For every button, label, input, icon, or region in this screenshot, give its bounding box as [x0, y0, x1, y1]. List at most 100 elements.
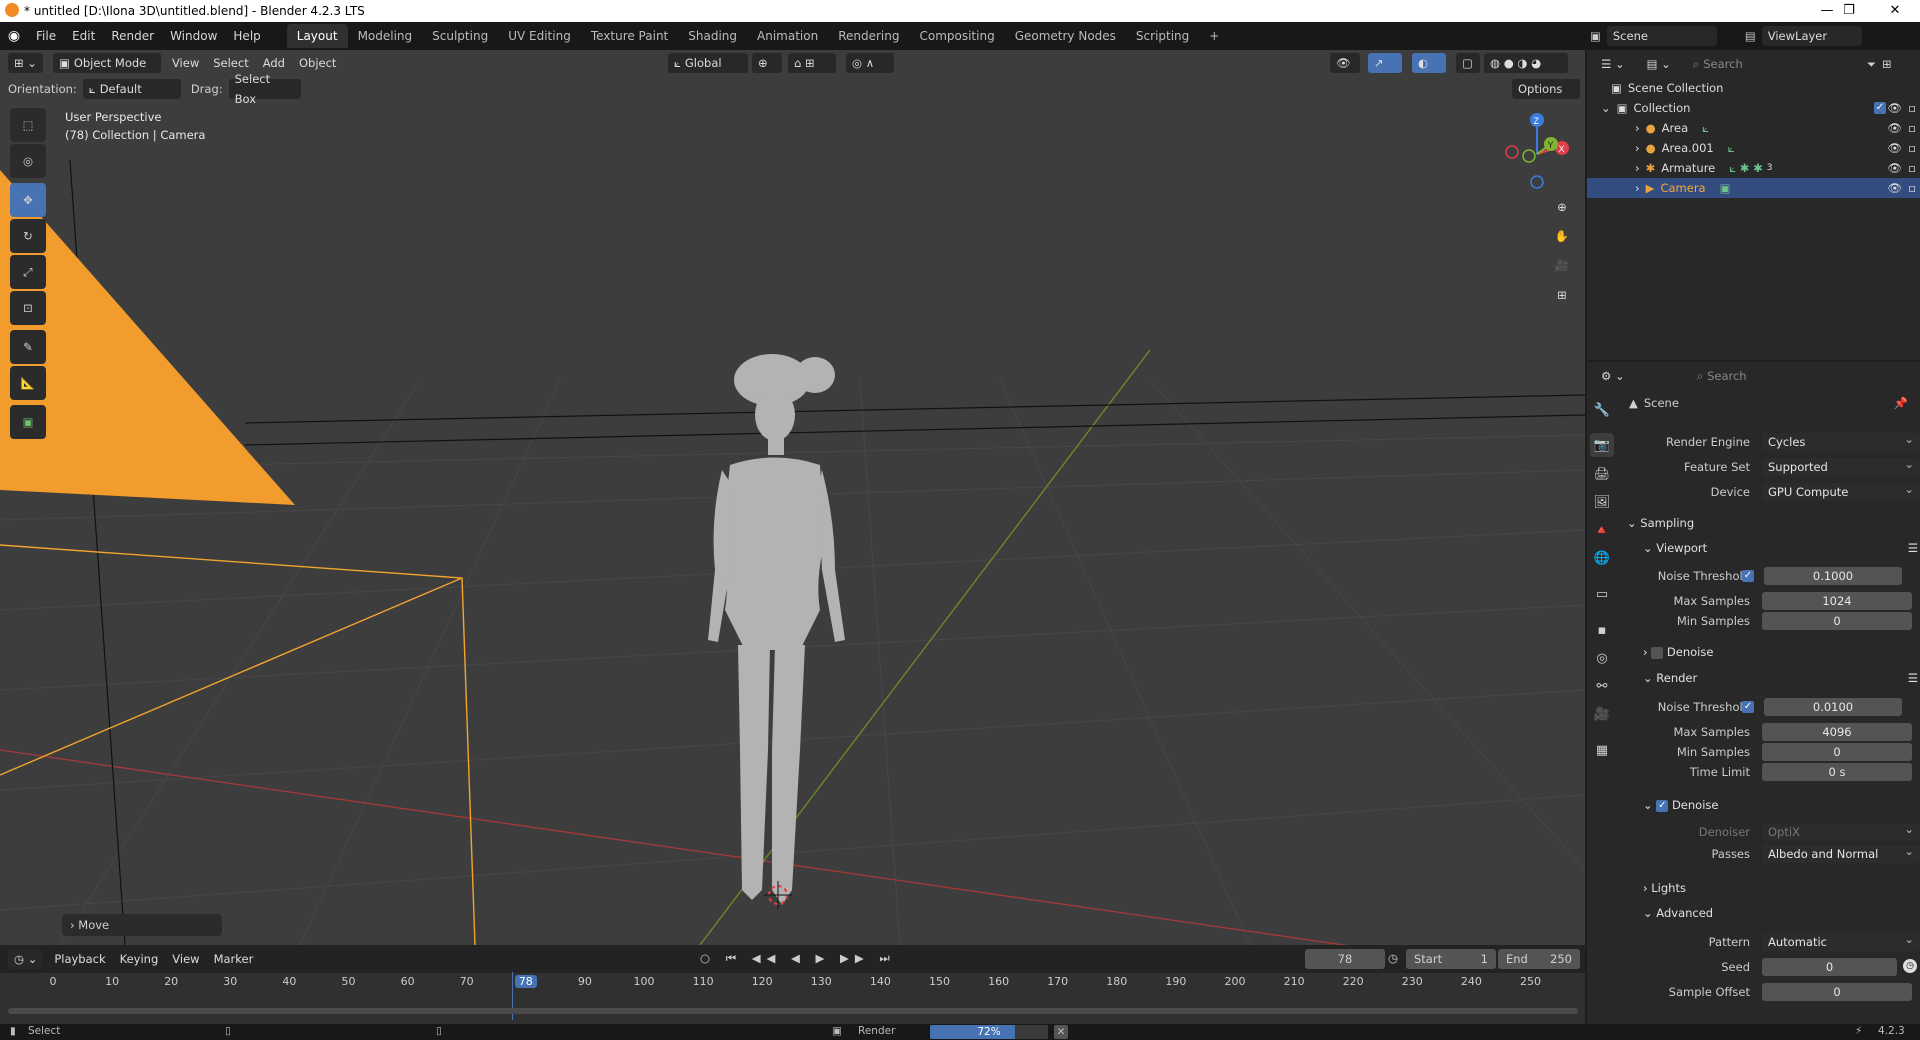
render-subpanel-header[interactable]: ⌄ Render ☰: [1643, 667, 1920, 689]
random-seed-clock-icon[interactable]: ◷: [1903, 959, 1917, 973]
editor-type-dropdown[interactable]: ⊞ ⌄: [8, 53, 43, 73]
tab-modeling[interactable]: Modeling: [348, 24, 423, 48]
sampling-panel-header[interactable]: ⌄ Sampling: [1627, 512, 1920, 534]
presets-list-icon[interactable]: ☰: [1908, 667, 1918, 689]
playback-controls[interactable]: ○ ⏮ ◀◀ ◀ ▶ ▶▶ ⏭: [700, 951, 896, 966]
blender-menu-icon[interactable]: ◉: [0, 28, 28, 44]
navigation-gizmo[interactable]: Z X Y: [1495, 108, 1580, 193]
proportional-edit-dropdown[interactable]: ◎ ∧: [846, 53, 894, 73]
add-workspace-button[interactable]: +: [1199, 24, 1229, 48]
vp-denoise-checkbox[interactable]: [1651, 646, 1664, 659]
render-tab-icon[interactable]: 📷: [1590, 433, 1614, 457]
camera-render-icon[interactable]: ▫: [1908, 181, 1916, 195]
lights-subpanel[interactable]: › Lights: [1643, 877, 1920, 899]
scene-selector[interactable]: Scene: [1606, 26, 1717, 46]
camera-render-icon[interactable]: ▫: [1908, 121, 1916, 135]
collection-tab-icon[interactable]: ▭: [1590, 582, 1614, 606]
tab-rendering[interactable]: Rendering: [828, 24, 909, 48]
object-tab-icon[interactable]: ▪: [1590, 618, 1614, 642]
scene-tab-icon[interactable]: 🔺: [1590, 518, 1614, 542]
shading-modes[interactable]: ◍ ● ◑ ◕: [1484, 53, 1568, 73]
menu-render[interactable]: Render: [103, 22, 162, 50]
menu-window[interactable]: Window: [162, 22, 225, 50]
menu-edit[interactable]: Edit: [64, 22, 103, 50]
outliner-collection[interactable]: ⌄ ▣ Collection ✓ 👁 ▫: [1587, 98, 1920, 118]
menu-keying[interactable]: Keying: [113, 949, 166, 969]
current-frame-field[interactable]: 78: [1305, 949, 1385, 969]
outliner-search[interactable]: ⌕ Search: [1686, 54, 1807, 74]
menu-timeline-view[interactable]: View: [165, 949, 206, 969]
eye-icon[interactable]: 👁: [1887, 181, 1902, 195]
tab-geometry-nodes[interactable]: Geometry Nodes: [1005, 24, 1126, 48]
r-noise-threshold-checkbox[interactable]: ✓: [1742, 701, 1754, 713]
collection-checkbox[interactable]: ✓: [1874, 102, 1886, 114]
options-dropdown[interactable]: Options: [1512, 79, 1580, 99]
vp-max-samples-field[interactable]: 1024: [1762, 592, 1912, 610]
camera-view-icon[interactable]: 🎥: [1548, 251, 1576, 279]
render-engine-dropdown[interactable]: Cycles: [1762, 430, 1920, 451]
overlay-toggle[interactable]: ◐: [1412, 53, 1446, 73]
select-box-tool[interactable]: ⬚: [10, 108, 46, 142]
close-button[interactable]: ✕: [1872, 0, 1918, 22]
menu-help[interactable]: Help: [225, 22, 268, 50]
eye-icon[interactable]: 👁: [1887, 161, 1902, 175]
orientation-dropdown[interactable]: ⟀ Default: [82, 79, 181, 99]
timeline-editor-type[interactable]: ◷ ⌄: [8, 949, 44, 969]
cancel-render-icon[interactable]: ✕: [1054, 1025, 1068, 1039]
sample-offset-field[interactable]: 0: [1762, 983, 1912, 1001]
pattern-dropdown[interactable]: Automatic: [1762, 930, 1920, 951]
tab-animation[interactable]: Animation: [747, 24, 828, 48]
maximize-button[interactable]: ❐: [1826, 0, 1872, 22]
camera-render-icon[interactable]: ▫: [1908, 101, 1916, 115]
outliner-item-area-001[interactable]: › ● Area.001 ⟀ 👁 ▫: [1587, 138, 1920, 158]
outliner-item-camera[interactable]: › ▶ Camera ▣ 👁 ▫: [1587, 178, 1920, 198]
feature-set-dropdown[interactable]: Supported: [1762, 455, 1920, 476]
3d-viewport[interactable]: [0, 50, 1585, 945]
filter-icon[interactable]: ⏷: [1867, 57, 1876, 72]
tab-compositing[interactable]: Compositing: [909, 24, 1004, 48]
advanced-subpanel[interactable]: ⌄ Advanced: [1643, 902, 1920, 924]
properties-editor-type[interactable]: ⚙ ⌄: [1595, 366, 1631, 386]
gizmo-toggle[interactable]: ↗: [1368, 53, 1402, 73]
view-layer-icon[interactable]: ▤: [1745, 29, 1756, 43]
r-max-samples-field[interactable]: 4096: [1762, 723, 1912, 741]
menu-file[interactable]: File: [28, 22, 64, 50]
r-denoise-subpanel[interactable]: ⌄ ✓ Denoise: [1643, 794, 1920, 816]
mode-dropdown[interactable]: ▣ Object Mode: [52, 53, 161, 73]
display-mode-dropdown[interactable]: ▤ ⌄: [1640, 54, 1677, 74]
outliner-item-area[interactable]: › ● Area ⟀ 👁 ▫: [1587, 118, 1920, 138]
noise-threshold-checkbox[interactable]: ✓: [1742, 570, 1754, 582]
outliner-editor-type[interactable]: ☰ ⌄: [1595, 54, 1631, 74]
move-tool[interactable]: ✥: [10, 183, 46, 217]
vp-min-samples-field[interactable]: 0: [1762, 612, 1912, 630]
tab-scripting[interactable]: Scripting: [1126, 24, 1199, 48]
eye-icon[interactable]: 👁: [1887, 141, 1902, 155]
menu-object[interactable]: Object: [292, 53, 343, 73]
camera-render-icon[interactable]: ▫: [1908, 161, 1916, 175]
scene-icon[interactable]: ▣: [1590, 29, 1601, 43]
seed-field[interactable]: 0: [1762, 958, 1897, 976]
grid-view-icon[interactable]: ⊞: [1548, 281, 1576, 309]
r-noise-threshold-field[interactable]: 0.0100: [1764, 698, 1902, 716]
viewport-subpanel-header[interactable]: ⌄ Viewport ☰: [1643, 537, 1920, 559]
r-min-samples-field[interactable]: 0: [1762, 743, 1912, 761]
pivot-dropdown[interactable]: ⊕: [752, 53, 782, 73]
drag-dropdown[interactable]: Select Box: [228, 72, 301, 106]
end-frame-field[interactable]: End 250: [1498, 949, 1580, 969]
denoiser-dropdown[interactable]: OptiX: [1762, 820, 1920, 841]
new-collection-icon[interactable]: ⊞: [1882, 57, 1892, 71]
outliner-item-armature[interactable]: › ✱ Armature ⟀ ✱ ✱ 3 👁 ▫: [1587, 158, 1920, 178]
r-denoise-checkbox[interactable]: ✓: [1656, 799, 1669, 812]
annotate-tool[interactable]: ✎: [10, 330, 46, 364]
outliner-scene-collection[interactable]: ▣ Scene Collection: [1587, 78, 1920, 98]
gizmo-neg-z[interactable]: [1530, 175, 1544, 189]
passes-dropdown[interactable]: Albedo and Normal: [1762, 842, 1920, 863]
xray-toggle[interactable]: ▢: [1456, 53, 1480, 73]
menu-view[interactable]: View: [165, 53, 206, 73]
scale-tool[interactable]: ⤢: [10, 255, 46, 289]
add-cube-tool[interactable]: ▣: [10, 405, 46, 439]
constraints-tab-icon[interactable]: ⚯: [1590, 674, 1614, 698]
transform-tool[interactable]: ⊡: [10, 291, 46, 325]
rotate-tool[interactable]: ↻: [10, 219, 46, 253]
visibility-dropdown[interactable]: 👁: [1330, 53, 1360, 73]
